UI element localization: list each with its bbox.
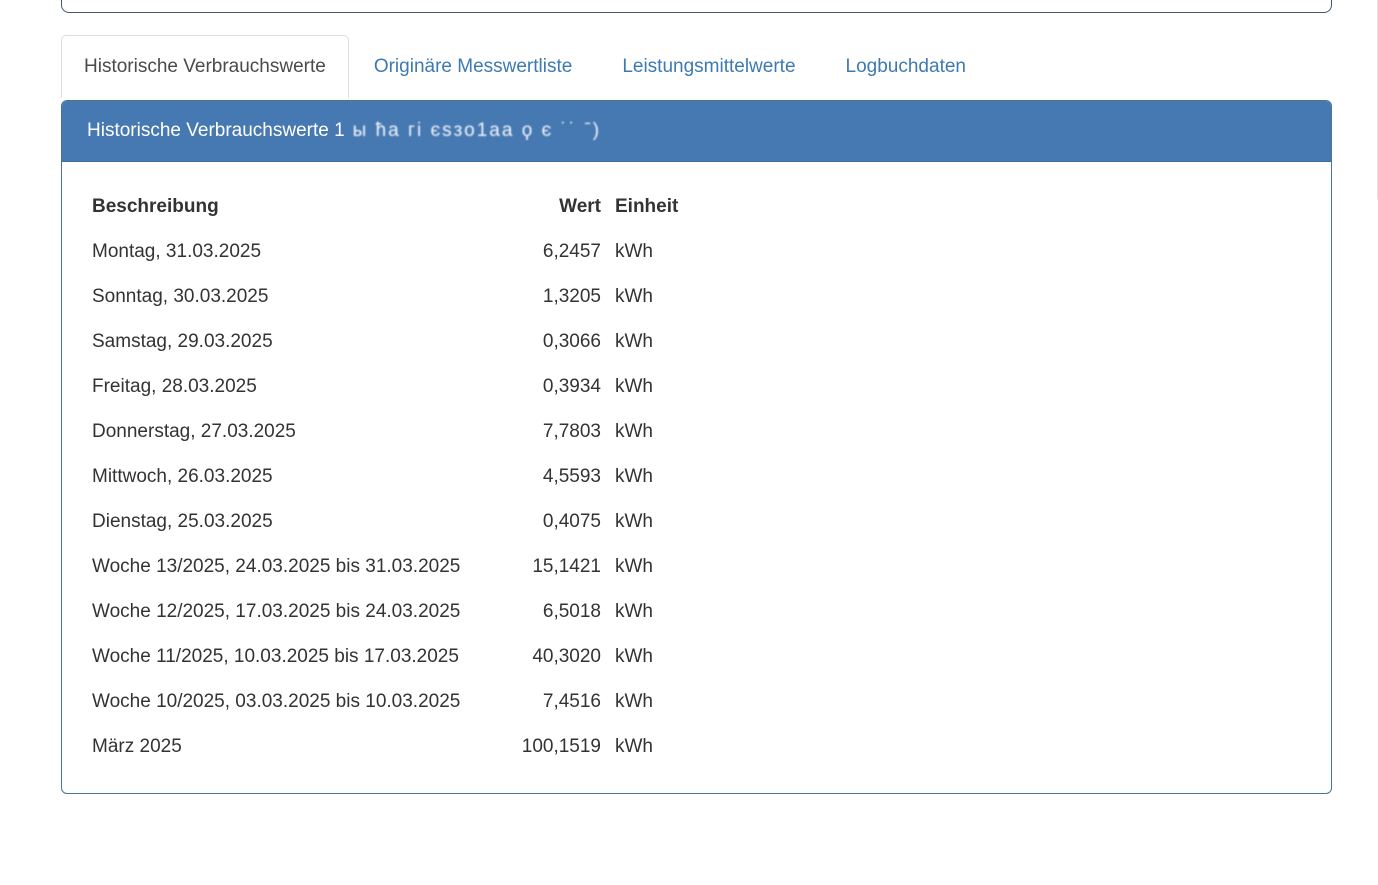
cell-einheit: kWh bbox=[601, 274, 678, 319]
cell-wert: 7,7803 bbox=[515, 409, 601, 454]
cell-wert: 7,4516 bbox=[515, 679, 601, 724]
cell-beschreibung: Montag, 31.03.2025 bbox=[92, 229, 515, 274]
cell-beschreibung: Mittwoch, 26.03.2025 bbox=[92, 454, 515, 499]
column-header-wert: Wert bbox=[515, 184, 601, 229]
table-row: Woche 12/2025, 17.03.2025 bis 24.03.2025… bbox=[92, 589, 678, 634]
cell-beschreibung: Woche 10/2025, 03.03.2025 bis 10.03.2025 bbox=[92, 679, 515, 724]
cell-beschreibung: Donnerstag, 27.03.2025 bbox=[92, 409, 515, 454]
cell-wert: 4,5593 bbox=[515, 454, 601, 499]
table-row: Dienstag, 25.03.2025 0,4075 kWh bbox=[92, 499, 678, 544]
table-row: Woche 13/2025, 24.03.2025 bis 31.03.2025… bbox=[92, 544, 678, 589]
cell-einheit: kWh bbox=[601, 319, 678, 364]
column-header-einheit: Einheit bbox=[601, 184, 678, 229]
table-row: Montag, 31.03.2025 6,2457 kWh bbox=[92, 229, 678, 274]
table-row: Woche 10/2025, 03.03.2025 bis 10.03.2025… bbox=[92, 679, 678, 724]
cell-einheit: kWh bbox=[601, 589, 678, 634]
table-row: März 2025 100,1519 kWh bbox=[92, 724, 678, 769]
cell-beschreibung: Samstag, 29.03.2025 bbox=[92, 319, 515, 364]
cell-wert: 0,4075 bbox=[515, 499, 601, 544]
cell-wert: 100,1519 bbox=[515, 724, 601, 769]
tab-historische-verbrauchswerte[interactable]: Historische Verbrauchswerte bbox=[61, 35, 349, 98]
cell-einheit: kWh bbox=[601, 544, 678, 589]
panel-title: Historische Verbrauchswerte 1 bbox=[87, 120, 345, 142]
cell-beschreibung: Woche 11/2025, 10.03.2025 bis 17.03.2025 bbox=[92, 634, 515, 679]
tab-logbuchdaten[interactable]: Logbuchdaten bbox=[821, 35, 991, 98]
tab-originaere-messwertliste[interactable]: Originäre Messwertliste bbox=[349, 35, 598, 98]
table-row: Mittwoch, 26.03.2025 4,5593 kWh bbox=[92, 454, 678, 499]
historische-verbrauchswerte-panel: Historische Verbrauchswerte 1 ы ћа гі єѕ… bbox=[61, 100, 1332, 794]
cell-einheit: kWh bbox=[601, 229, 678, 274]
cell-beschreibung: Woche 12/2025, 17.03.2025 bis 24.03.2025 bbox=[92, 589, 515, 634]
cell-wert: 1,3205 bbox=[515, 274, 601, 319]
tab-leistungsmittelwerte[interactable]: Leistungsmittelwerte bbox=[597, 35, 820, 98]
cell-einheit: kWh bbox=[601, 679, 678, 724]
tab-bar: Historische Verbrauchswerte Originäre Me… bbox=[61, 35, 991, 98]
cell-wert: 0,3934 bbox=[515, 364, 601, 409]
panel-body: Beschreibung Wert Einheit Montag, 31.03.… bbox=[62, 162, 1331, 769]
cell-beschreibung: Freitag, 28.03.2025 bbox=[92, 364, 515, 409]
panel-title-redacted-meter-id: ы ћа гі єѕзо1аа ϙ є ˙˙ ˉ) bbox=[353, 120, 601, 142]
cell-wert: 6,5018 bbox=[515, 589, 601, 634]
verbrauchswerte-table: Beschreibung Wert Einheit Montag, 31.03.… bbox=[92, 184, 678, 769]
cell-einheit: kWh bbox=[601, 724, 678, 769]
table-row: Samstag, 29.03.2025 0,3066 kWh bbox=[92, 319, 678, 364]
panel-header: Historische Verbrauchswerte 1 ы ћа гі єѕ… bbox=[62, 101, 1331, 162]
cell-wert: 40,3020 bbox=[515, 634, 601, 679]
cell-wert: 0,3066 bbox=[515, 319, 601, 364]
cell-beschreibung: Woche 13/2025, 24.03.2025 bis 31.03.2025 bbox=[92, 544, 515, 589]
cell-wert: 6,2457 bbox=[515, 229, 601, 274]
cell-einheit: kWh bbox=[601, 634, 678, 679]
table-row: Woche 11/2025, 10.03.2025 bis 17.03.2025… bbox=[92, 634, 678, 679]
cell-beschreibung: Sonntag, 30.03.2025 bbox=[92, 274, 515, 319]
column-header-beschreibung: Beschreibung bbox=[92, 184, 515, 229]
table-row: Sonntag, 30.03.2025 1,3205 kWh bbox=[92, 274, 678, 319]
cell-einheit: kWh bbox=[601, 499, 678, 544]
cell-beschreibung: März 2025 bbox=[92, 724, 515, 769]
cell-wert: 15,1421 bbox=[515, 544, 601, 589]
cell-einheit: kWh bbox=[601, 409, 678, 454]
cell-beschreibung: Dienstag, 25.03.2025 bbox=[92, 499, 515, 544]
table-row: Donnerstag, 27.03.2025 7,7803 kWh bbox=[92, 409, 678, 454]
cell-einheit: kWh bbox=[601, 454, 678, 499]
table-row: Freitag, 28.03.2025 0,3934 kWh bbox=[92, 364, 678, 409]
top-panel-edge bbox=[61, 0, 1332, 13]
table-header-row: Beschreibung Wert Einheit bbox=[92, 184, 678, 229]
cell-einheit: kWh bbox=[601, 364, 678, 409]
